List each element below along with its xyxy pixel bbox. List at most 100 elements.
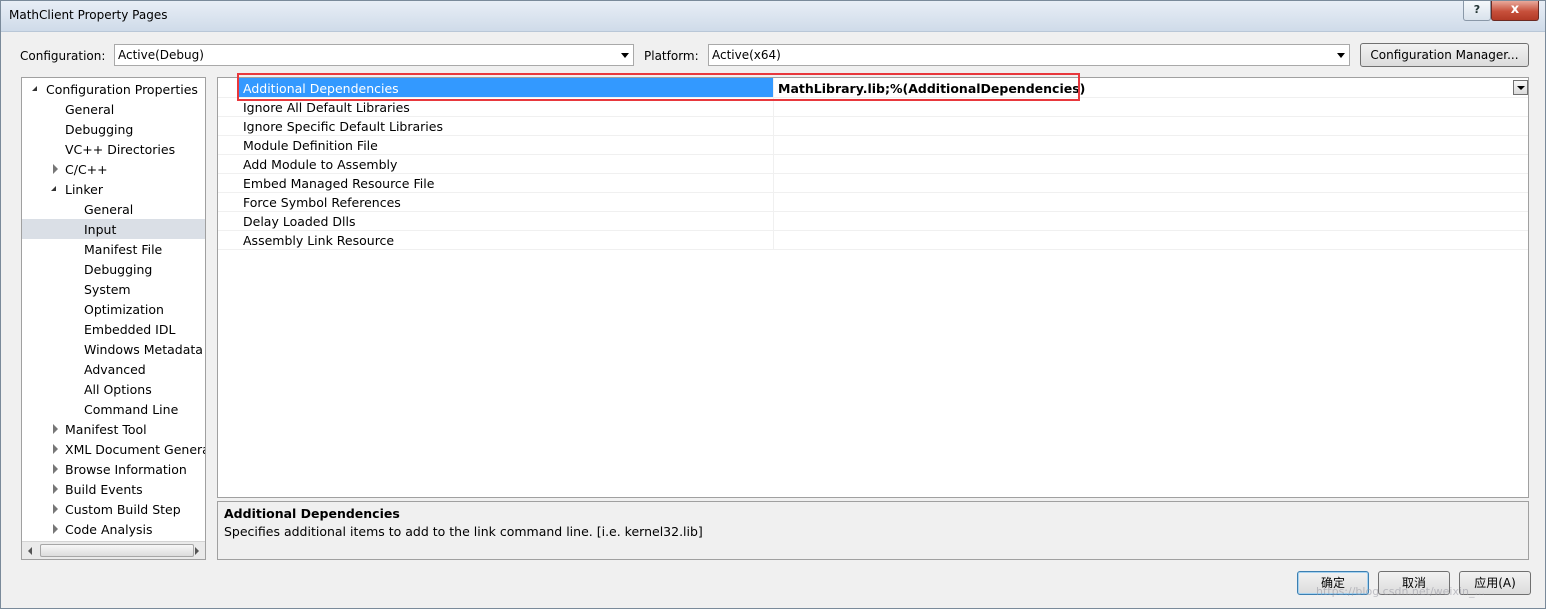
tree-item-label: Build Events — [65, 482, 143, 497]
scroll-left-icon[interactable] — [28, 547, 32, 555]
platform-dropdown[interactable]: Active(x64) — [708, 44, 1350, 66]
value-dropdown-button[interactable] — [1513, 80, 1528, 95]
expand-triangle-icon[interactable] — [53, 484, 58, 494]
horizontal-scrollbar[interactable] — [22, 541, 205, 559]
tree-item-label: VC++ Directories — [65, 142, 176, 157]
description-panel: Additional Dependencies Specifies additi… — [217, 501, 1529, 560]
tree-item[interactable]: Optimization — [22, 299, 205, 319]
property-name: Assembly Link Resource — [243, 233, 395, 248]
tree-item[interactable]: Linker — [22, 179, 205, 199]
property-row[interactable]: Module Definition File — [218, 135, 1528, 155]
column-divider — [773, 135, 774, 154]
property-name: Embed Managed Resource File — [243, 176, 435, 191]
tree-item-label: C/C++ — [65, 162, 108, 177]
expand-triangle-icon[interactable] — [53, 444, 58, 454]
tree-item-label: Configuration Properties — [46, 82, 198, 97]
tree-item-label: Embedded IDL — [84, 322, 176, 337]
tree-item[interactable]: VC++ Directories — [22, 139, 205, 159]
property-grid: Additional Dependencies MathLibrary.lib;%… — [217, 77, 1529, 498]
tree-item[interactable]: XML Document Generat — [22, 439, 205, 459]
tree-item-label: General — [84, 202, 134, 217]
property-row[interactable]: Delay Loaded Dlls — [218, 211, 1528, 231]
collapse-triangle-icon[interactable] — [32, 86, 37, 91]
tree-item[interactable]: Configuration Properties — [22, 79, 205, 99]
property-row[interactable]: Force Symbol References — [218, 192, 1528, 212]
tree-item-label: Manifest Tool — [65, 422, 147, 437]
tree-item[interactable]: Manifest Tool — [22, 419, 205, 439]
chevron-down-icon — [621, 53, 629, 58]
property-name: Force Symbol References — [243, 195, 401, 210]
tree-item[interactable]: Debugging — [22, 259, 205, 279]
tree-item[interactable]: Debugging — [22, 119, 205, 139]
expand-triangle-icon[interactable] — [53, 504, 58, 514]
tree-item[interactable]: C/C++ — [22, 159, 205, 179]
tree-item-label: XML Document Generat — [65, 442, 206, 457]
tree-item[interactable]: General — [22, 99, 205, 119]
tree-item-label: Browse Information — [65, 462, 187, 477]
column-divider — [773, 230, 774, 249]
tree-item-label: Windows Metadata — [84, 342, 203, 357]
window-title: MathClient Property Pages — [9, 8, 168, 22]
tree-item-label: Code Analysis — [65, 522, 153, 537]
tree-item[interactable]: Windows Metadata — [22, 339, 205, 359]
column-divider — [773, 211, 774, 230]
tree-item-label: Optimization — [84, 302, 164, 317]
property-name: Add Module to Assembly — [243, 157, 398, 172]
tree-item[interactable]: System — [22, 279, 205, 299]
platform-value: Active(x64) — [712, 48, 781, 62]
tree-item[interactable]: Embedded IDL — [22, 319, 205, 339]
tree-item-label: Advanced — [84, 362, 146, 377]
tree-item-label: Input — [84, 222, 117, 237]
close-button[interactable]: x — [1491, 1, 1539, 21]
tree-item-label: System — [84, 282, 131, 297]
description-text: Specifies additional items to add to the… — [224, 524, 703, 539]
title-bar[interactable]: MathClient Property Pages ? x — [1, 1, 1545, 32]
property-pages-dialog: MathClient Property Pages ? x Configurat… — [0, 0, 1546, 609]
scrollbar-thumb[interactable] — [40, 544, 194, 557]
scroll-right-icon[interactable] — [195, 547, 199, 555]
chevron-down-icon — [1517, 86, 1525, 90]
tree-item[interactable]: All Options — [22, 379, 205, 399]
tree-item[interactable]: Custom Build Step — [22, 499, 205, 519]
configuration-value: Active(Debug) — [118, 48, 204, 62]
tree-item-label: Custom Build Step — [65, 502, 181, 517]
configuration-dropdown[interactable]: Active(Debug) — [114, 44, 634, 66]
column-divider — [773, 173, 774, 192]
watermark-text: https://blog.csdn.net/weixin_... — [1316, 585, 1486, 598]
tree-item[interactable]: Manifest File — [22, 239, 205, 259]
tree-item-label: Debugging — [65, 122, 134, 137]
tree-item[interactable]: Advanced — [22, 359, 205, 379]
tree-item[interactable]: Browse Information — [22, 459, 205, 479]
property-name: Ignore All Default Libraries — [243, 100, 410, 115]
tree-item[interactable]: Build Events — [22, 479, 205, 499]
property-row[interactable]: Embed Managed Resource File — [218, 173, 1528, 193]
property-row[interactable]: Assembly Link Resource — [218, 230, 1528, 250]
configuration-manager-button[interactable]: Configuration Manager... — [1360, 43, 1529, 67]
property-row[interactable]: Add Module to Assembly — [218, 154, 1528, 174]
expand-triangle-icon[interactable] — [53, 464, 58, 474]
tree-item-label: All Options — [84, 382, 152, 397]
help-button[interactable]: ? — [1463, 1, 1491, 21]
tree-item-label: Manifest File — [84, 242, 163, 257]
column-divider — [773, 192, 774, 211]
tree-item-label: Linker — [65, 182, 103, 197]
configuration-label: Configuration: — [20, 49, 106, 63]
tree-item-label: General — [65, 102, 115, 117]
expand-triangle-icon[interactable] — [53, 424, 58, 434]
tree-item[interactable]: Command Line — [22, 399, 205, 419]
property-tree[interactable]: Configuration Properties General Debugging… — [21, 77, 206, 560]
column-divider — [773, 154, 774, 173]
collapse-triangle-icon[interactable] — [51, 186, 56, 191]
tree-item[interactable]: Code Analysis — [22, 519, 205, 539]
tree-item-label: Debugging — [84, 262, 153, 277]
tree-item[interactable]: Input — [22, 219, 205, 239]
expand-triangle-icon[interactable] — [53, 164, 58, 174]
expand-triangle-icon[interactable] — [53, 524, 58, 534]
tree-item[interactable]: General — [22, 199, 205, 219]
column-divider — [773, 116, 774, 135]
property-row[interactable]: Ignore Specific Default Libraries — [218, 116, 1528, 136]
property-name: Ignore Specific Default Libraries — [243, 119, 443, 134]
tree-item-label: Command Line — [84, 402, 179, 417]
highlight-box — [237, 73, 1080, 101]
chevron-down-icon — [1337, 53, 1345, 58]
